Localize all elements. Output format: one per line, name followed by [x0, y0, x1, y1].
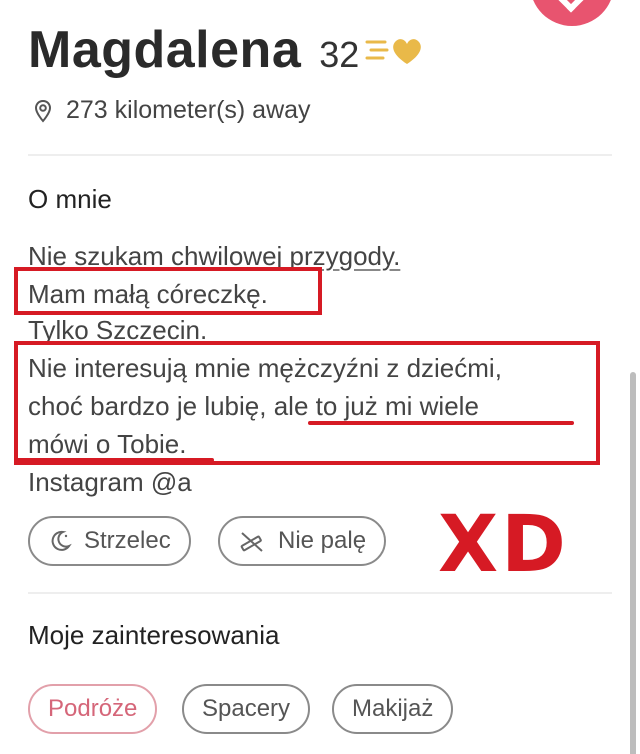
super-like-heart-icon	[365, 39, 422, 64]
location-pin-icon	[34, 99, 52, 123]
attribute-label: Nie palę	[278, 527, 367, 554]
distance-text: 273 kilometer(s) away	[66, 96, 311, 124]
interest-label: Podróże	[48, 695, 138, 722]
profile-header: Magdalena 32	[28, 20, 427, 80]
expand-profile-button[interactable]	[530, 0, 614, 26]
moon-icon	[48, 529, 72, 553]
interest-label: Makijaż	[352, 695, 434, 722]
red-highlight-box	[14, 341, 600, 465]
interest-chip[interactable]: Spacery	[182, 684, 311, 734]
red-underline	[16, 458, 214, 462]
no-smoking-icon	[238, 529, 266, 553]
about-line: Nie szukam chwilowej przygody.	[28, 241, 401, 271]
xd-annotation: XD	[438, 500, 569, 590]
profile-name: Magdalena	[28, 21, 302, 79]
interest-chip[interactable]: Makijaż	[332, 684, 454, 734]
scrollbar[interactable]	[630, 372, 636, 754]
attribute-label: Strzelec	[84, 527, 171, 554]
distance-row: 273 kilometer(s) away	[34, 96, 311, 125]
interest-chip[interactable]: Podróże	[28, 684, 158, 734]
red-underline	[308, 421, 574, 425]
about-line: Tylko Szczecin.	[28, 315, 208, 345]
interest-label: Spacery	[202, 695, 291, 722]
divider	[28, 592, 612, 594]
divider	[28, 154, 612, 156]
about-section-title: O mnie	[28, 184, 112, 214]
chevron-down-icon	[555, 0, 587, 13]
profile-age: 32	[319, 34, 360, 75]
red-highlight-box	[14, 267, 322, 315]
attribute-chip-smoking: Nie palę	[218, 516, 387, 566]
about-line: Instagram @a	[28, 467, 192, 497]
interests-section-title: Moje zainteresowania	[28, 620, 280, 650]
attribute-chip-zodiac: Strzelec	[28, 516, 191, 566]
